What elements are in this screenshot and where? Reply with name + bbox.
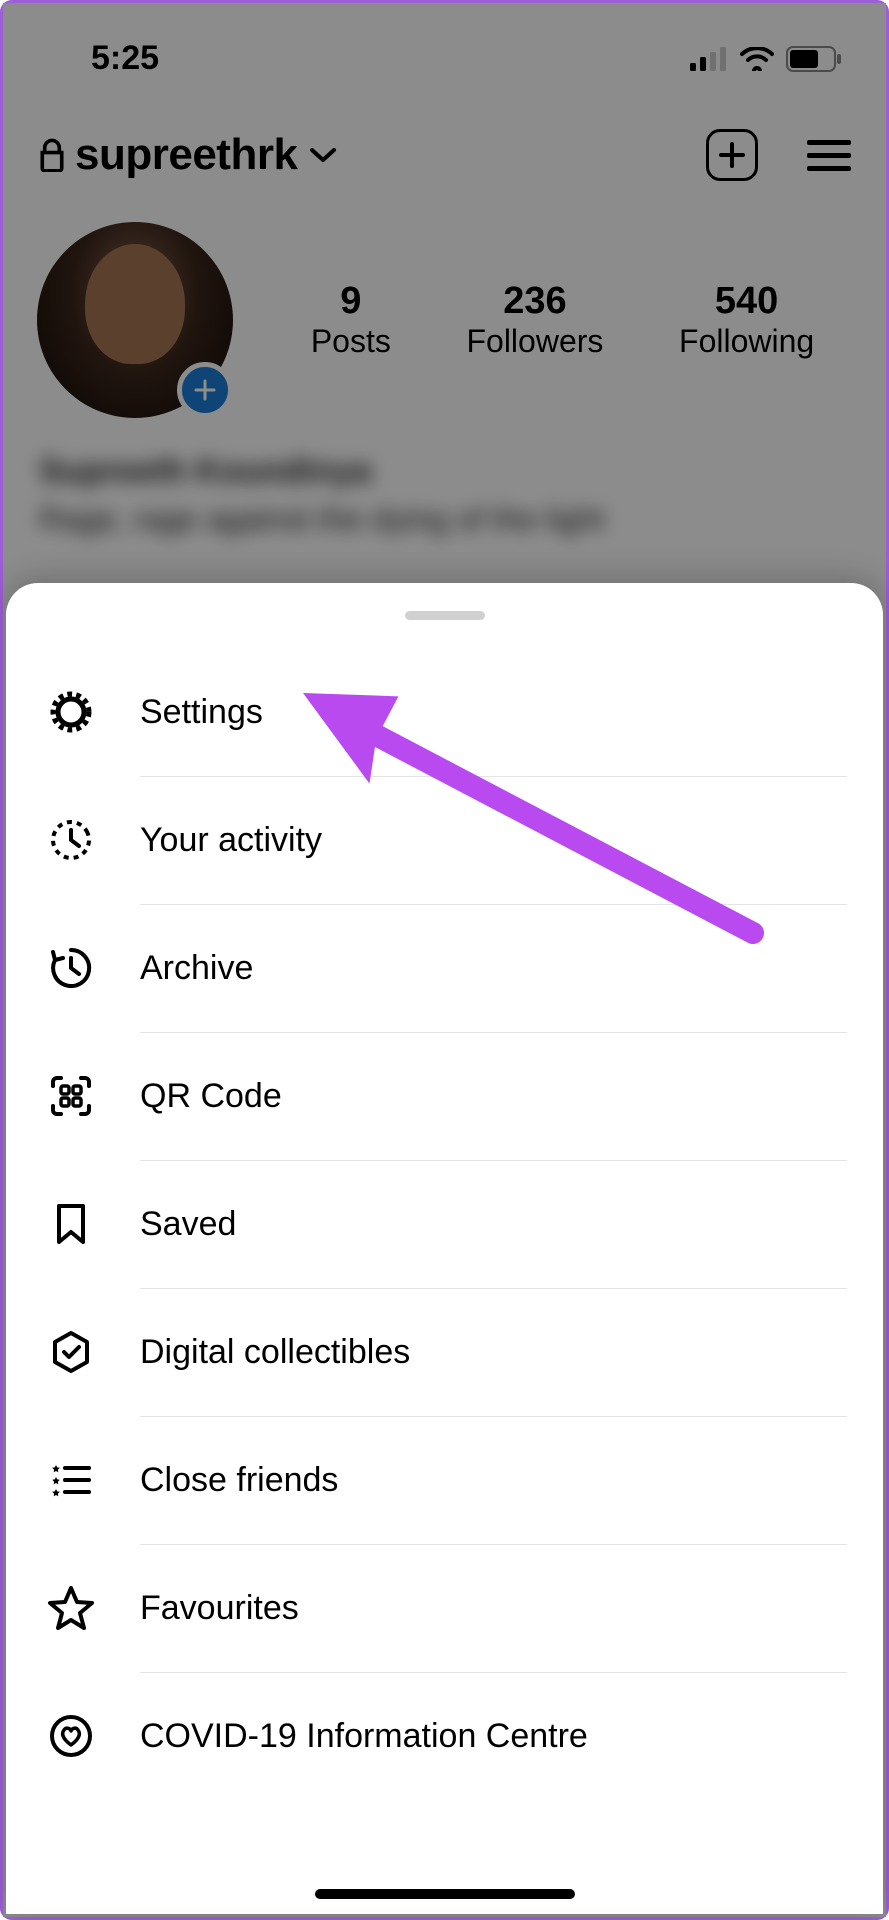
menu-label: Archive: [140, 949, 253, 988]
activity-icon: [42, 811, 100, 869]
stat-posts[interactable]: 9 Posts: [311, 280, 391, 360]
profile-bio: Supreeth Koundinya Rage, rage against th…: [3, 428, 886, 578]
plus-icon: [193, 378, 217, 402]
stat-following[interactable]: 540 Following: [679, 280, 814, 360]
status-bar: 5:25: [3, 3, 886, 88]
avatar-wrap[interactable]: [37, 222, 233, 418]
lock-icon: [37, 138, 67, 172]
add-story-button[interactable]: [177, 362, 233, 418]
menu-item-favourites[interactable]: Favourites: [6, 1544, 883, 1672]
status-time: 5:25: [91, 39, 159, 78]
bookmark-icon: [42, 1195, 100, 1253]
menu-label: QR Code: [140, 1077, 282, 1116]
menu-item-covid-info[interactable]: COVID-19 Information Centre: [6, 1672, 883, 1800]
menu-item-digital-collectibles[interactable]: Digital collectibles: [6, 1288, 883, 1416]
profile-header: supreethrk: [3, 88, 886, 202]
signal-icon: [690, 47, 728, 71]
sheet-grabber[interactable]: [405, 611, 485, 620]
menu-label: Your activity: [140, 821, 322, 860]
menu-item-archive[interactable]: Archive: [6, 904, 883, 1032]
plus-icon: [718, 141, 746, 169]
menu-button[interactable]: [802, 128, 856, 182]
stat-followers[interactable]: 236 Followers: [466, 280, 603, 360]
home-indicator[interactable]: [315, 1889, 575, 1899]
bio-text: Rage, rage against the dying of the ligh…: [39, 501, 850, 538]
chevron-down-icon: [309, 146, 337, 164]
stat-followers-label: Followers: [466, 323, 603, 360]
avatar: [37, 222, 233, 418]
stat-posts-value: 9: [311, 280, 391, 323]
hexagon-check-icon: [42, 1323, 100, 1381]
wifi-icon: [740, 47, 774, 71]
status-icons: [690, 46, 842, 72]
menu-label: Digital collectibles: [140, 1333, 410, 1372]
menu-item-close-friends[interactable]: Close friends: [6, 1416, 883, 1544]
menu-label: Favourites: [140, 1589, 299, 1628]
menu-label: Settings: [140, 693, 263, 732]
stat-posts-label: Posts: [311, 323, 391, 360]
menu-label: Saved: [140, 1205, 236, 1244]
qr-code-icon: [42, 1067, 100, 1125]
battery-icon: [786, 46, 842, 72]
archive-icon: [42, 939, 100, 997]
create-button[interactable]: [706, 129, 758, 181]
menu-item-settings[interactable]: Settings: [6, 648, 883, 776]
menu-label: COVID-19 Information Centre: [140, 1717, 588, 1756]
menu-label: Close friends: [140, 1461, 338, 1500]
gear-icon: [42, 683, 100, 741]
star-icon: [42, 1579, 100, 1637]
close-friends-icon: [42, 1451, 100, 1509]
menu-item-saved[interactable]: Saved: [6, 1160, 883, 1288]
profile-stats: 9 Posts 236 Followers 540 Following: [3, 202, 886, 428]
menu-item-qr-code[interactable]: QR Code: [6, 1032, 883, 1160]
stat-followers-value: 236: [466, 280, 603, 323]
bio-name: Supreeth Koundinya: [39, 452, 850, 491]
username-switcher[interactable]: supreethrk: [75, 130, 297, 180]
stat-following-label: Following: [679, 323, 814, 360]
stat-following-value: 540: [679, 280, 814, 323]
heart-circle-icon: [42, 1707, 100, 1765]
menu-item-your-activity[interactable]: Your activity: [6, 776, 883, 904]
bottom-sheet: Settings Your activity Archive QR Code S…: [6, 583, 883, 1914]
menu-list: Settings Your activity Archive QR Code S…: [6, 648, 883, 1800]
